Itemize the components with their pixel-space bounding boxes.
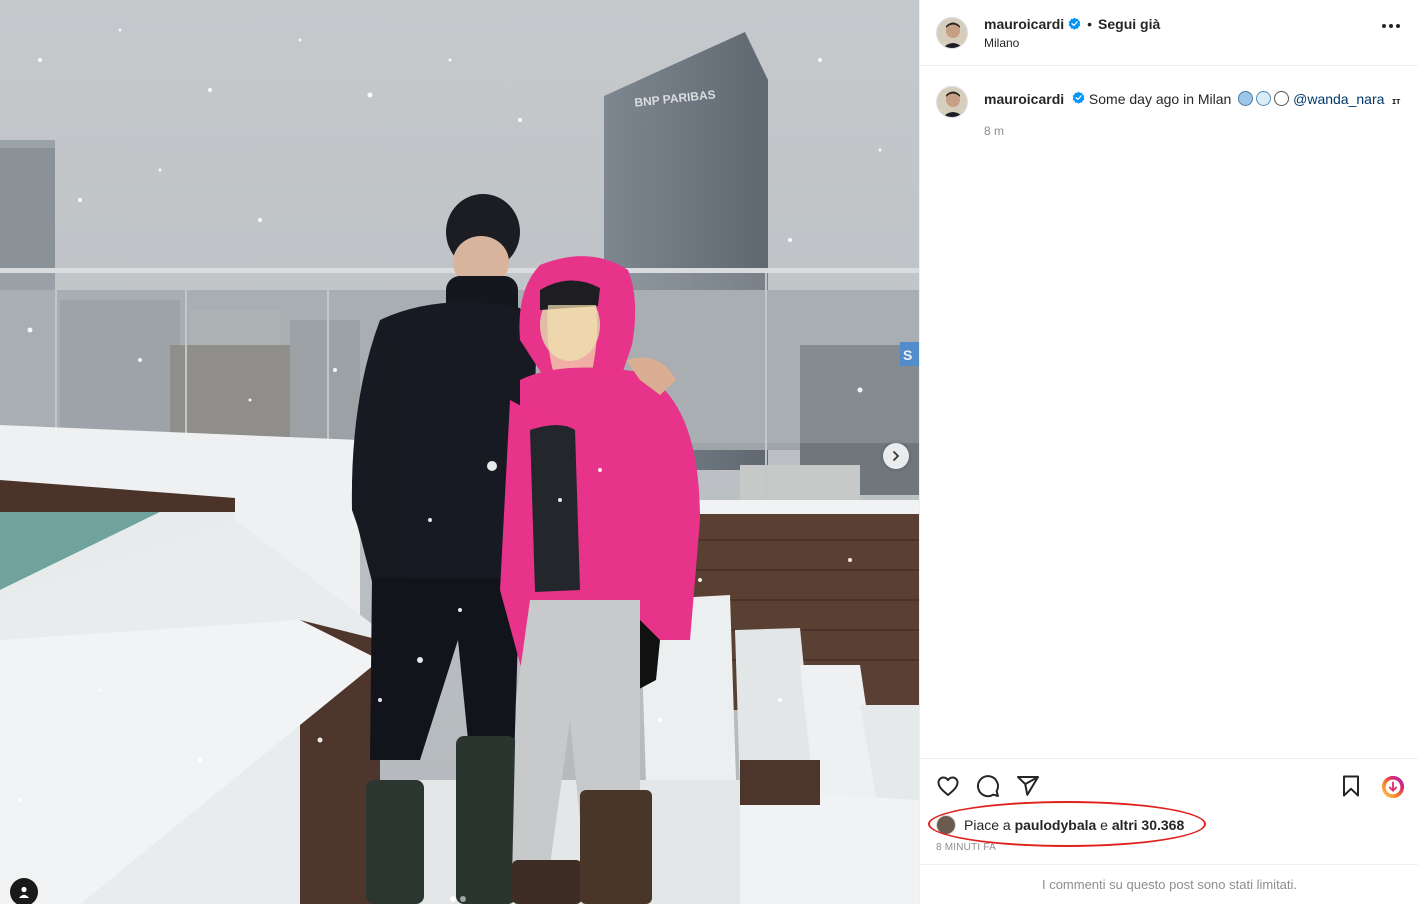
translate-badge[interactable]: ɪᴛ [1392,96,1400,106]
post-actions-area: Piace a paulodybala e altri 30.368 8 MIN… [920,758,1418,864]
next-photo-button[interactable] [883,443,909,469]
share-icon[interactable] [1016,774,1040,798]
boost-icon[interactable] [1381,774,1405,799]
carousel-dot-1 [450,896,456,902]
carousel-indicator [450,896,466,902]
verified-badge-icon [1068,17,1081,30]
caption-author-avatar[interactable] [936,86,968,118]
comments-limited-notice: I commenti su questo post sono stati lim… [920,864,1418,904]
action-bar [920,759,1418,813]
bookmark-icon[interactable] [1339,774,1363,798]
following-button[interactable]: Segui già [1098,16,1160,32]
likes-middle: e [1100,817,1108,833]
chevron-right-icon [893,451,899,461]
header-separator: • [1087,15,1093,32]
verified-badge-icon [1072,91,1085,104]
snowy-rooftop-scene: BNP PARIBAS S [0,0,919,904]
caption-text: Some day ago in Milan [1088,91,1232,107]
caption-timestamp[interactable]: 8 m [984,124,1400,138]
mention-link[interactable]: @wanda_nara [1293,91,1384,107]
post-location[interactable]: Milano [984,36,1160,50]
likes-others-count[interactable]: altri 30.368 [1112,817,1184,833]
liker-username[interactable]: paulodybala [1015,817,1097,833]
caption-username[interactable]: mauroicardi [984,91,1064,107]
more-options-icon[interactable] [1382,24,1400,28]
post-details-panel: mauroicardi • Segui già Milano mauroicar… [919,0,1418,904]
user-tag-icon [19,886,29,898]
post-caption: mauroicardi Some day ago in Milan @wanda… [920,66,1418,138]
heart-icon[interactable] [936,774,960,798]
author-avatar[interactable] [936,16,968,49]
cold-face-emoji-icon [1238,91,1254,106]
post-time-ago[interactable]: 8 MINUTI FA [920,842,1418,853]
snowman-emoji-icon [1274,91,1290,106]
likes-prefix: Piace a [964,817,1011,833]
liker-avatar [936,815,956,835]
likes-summary[interactable]: Piace a paulodybala e altri 30.368 [920,801,1418,847]
tagged-users-button[interactable] [10,878,38,904]
carousel-dot-2 [460,896,466,902]
snowflake-emoji-icon [1256,91,1272,106]
comment-icon[interactable] [976,774,1000,798]
post-photo[interactable]: BNP PARIBAS S [0,0,919,904]
post-header: mauroicardi • Segui già Milano [920,0,1418,66]
author-username[interactable]: mauroicardi [984,16,1064,32]
